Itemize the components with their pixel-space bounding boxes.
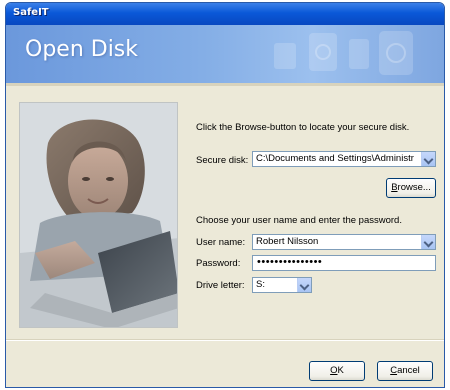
chevron-down-icon[interactable] [421, 235, 435, 249]
secure-disk-combo[interactable]: C:\Documents and Settings\Administr [252, 151, 436, 167]
header-decoration [274, 31, 413, 75]
drive-letter-value: S: [256, 279, 265, 290]
dialog-header: Open Disk [6, 25, 444, 83]
open-disk-form: Click the Browse-button to locate your s… [186, 86, 441, 339]
footer-divider [6, 339, 444, 341]
user-photo [19, 102, 178, 328]
ok-button[interactable]: OK [309, 361, 365, 381]
browse-instruction: Click the Browse-button to locate your s… [196, 122, 410, 133]
title-bar[interactable]: SafeIT [6, 3, 444, 25]
cancel-button[interactable]: Cancel [377, 361, 433, 381]
open-disk-dialog: SafeIT Open Disk Click the Browse-button… [5, 2, 445, 388]
password-field[interactable]: ••••••••••••••• [252, 255, 436, 271]
drive-letter-label: Drive letter: [196, 280, 245, 291]
credentials-instruction: Choose your user name and enter the pass… [196, 215, 402, 226]
password-label: Password: [196, 258, 241, 269]
window-title: SafeIT [13, 7, 49, 18]
page-title: Open Disk [25, 37, 139, 62]
browse-button[interactable]: Browse... [386, 178, 436, 198]
secure-disk-value: C:\Documents and Settings\Administr [256, 153, 414, 164]
drive-letter-combo[interactable]: S: [252, 277, 312, 293]
username-label: User name: [196, 237, 246, 248]
username-value: Robert Nilsson [256, 236, 319, 247]
secure-disk-label: Secure disk: [196, 155, 249, 166]
username-combo[interactable]: Robert Nilsson [252, 234, 436, 250]
chevron-down-icon[interactable] [421, 152, 435, 166]
dialog-content: Click the Browse-button to locate your s… [6, 86, 444, 339]
chevron-down-icon[interactable] [297, 278, 311, 292]
